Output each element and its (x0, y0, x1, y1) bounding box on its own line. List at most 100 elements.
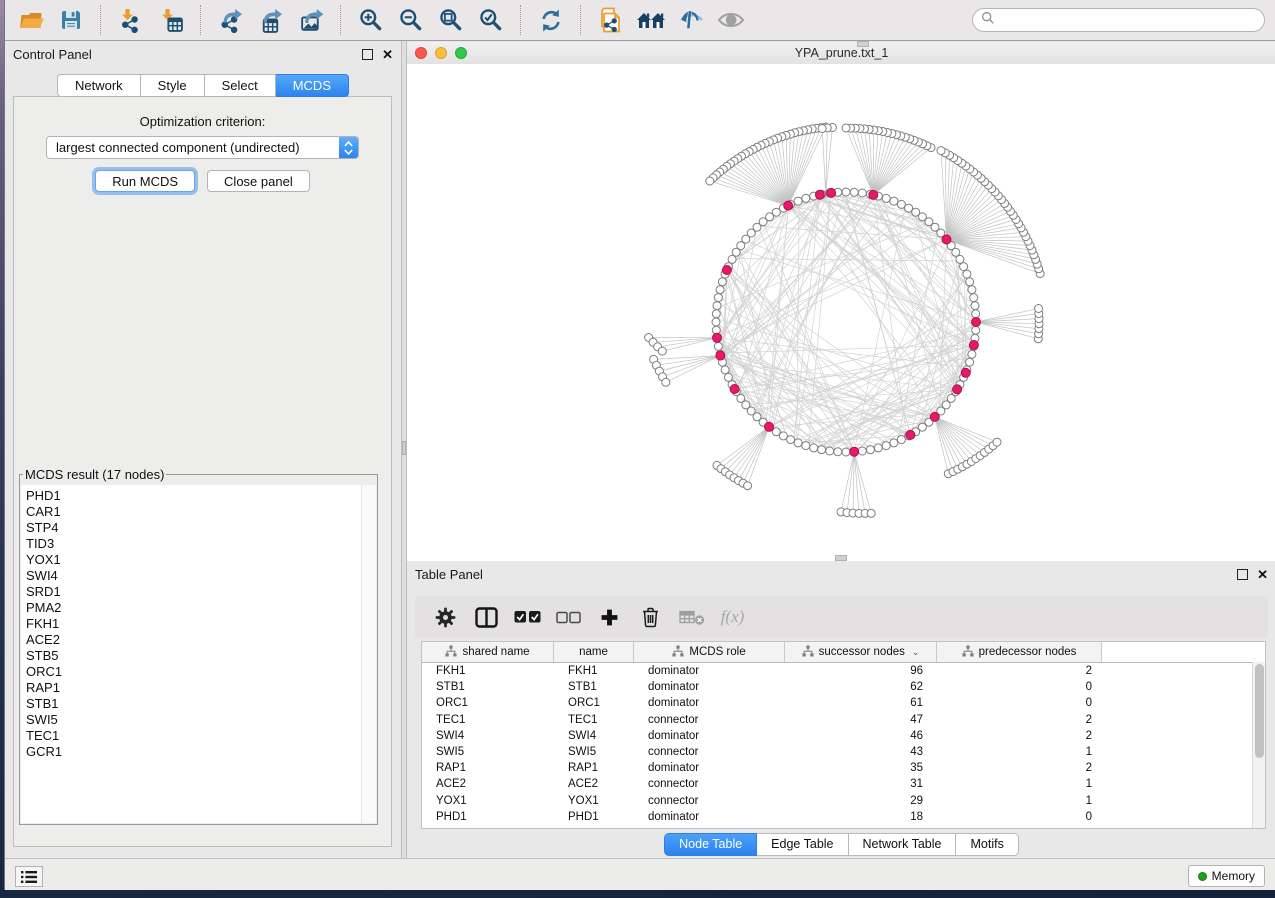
column-header-shared-name[interactable]: shared name (422, 642, 554, 662)
network-node[interactable] (850, 188, 858, 196)
toggle-panel-mode-button[interactable] (468, 600, 505, 634)
home-button[interactable] (631, 3, 671, 37)
network-node[interactable] (858, 189, 866, 197)
cell-MCDS-role[interactable]: dominator (634, 730, 785, 742)
add-column-button[interactable] (591, 600, 628, 634)
table-scrollbar-thumb[interactable] (1255, 664, 1264, 758)
cell-MCDS-role[interactable]: connector (634, 778, 785, 790)
network-canvas[interactable] (407, 64, 1275, 561)
tab-style[interactable]: Style (141, 74, 205, 97)
network-node[interactable] (810, 444, 818, 452)
zoom-fit-button[interactable] (431, 3, 471, 37)
cell-predecessor-nodes[interactable]: 2 (937, 714, 1102, 726)
show-panels-button[interactable] (711, 3, 751, 37)
cell-name[interactable]: FKH1 (554, 665, 634, 677)
cell-MCDS-role[interactable]: dominator (634, 762, 785, 774)
select-all-button[interactable] (509, 600, 546, 634)
network-node[interactable] (882, 194, 890, 202)
float-table-panel-icon[interactable] (1237, 569, 1248, 580)
zoom-selected-button[interactable] (471, 3, 511, 37)
cell-name[interactable]: TEC1 (554, 714, 634, 726)
network-node[interactable] (842, 448, 850, 456)
table-scrollbar[interactable] (1252, 662, 1265, 828)
mcds-node[interactable] (713, 333, 722, 342)
network-node[interactable] (826, 447, 834, 455)
network-node[interactable] (842, 124, 850, 132)
optimization-criterion-select[interactable]: largest connected component (undirected) (46, 136, 359, 159)
tab-select[interactable]: Select (205, 74, 276, 97)
cell-name[interactable]: ACE2 (554, 778, 634, 790)
mcds-result-list[interactable]: PHD1CAR1STP4TID3YOX1SWI4SRD1PMA2FKH1ACE2… (21, 485, 361, 823)
network-node[interactable] (866, 446, 874, 454)
cell-successor-nodes[interactable]: 96 (785, 665, 937, 677)
cell-name[interactable]: PHD1 (554, 811, 634, 823)
splitter-grip[interactable] (402, 441, 406, 455)
mcds-node[interactable] (953, 385, 962, 394)
cell-name[interactable]: RAP1 (554, 762, 634, 774)
tab-node-table[interactable]: Node Table (664, 833, 757, 856)
network-node[interactable] (714, 294, 722, 302)
network-node[interactable] (716, 286, 724, 294)
network-node[interactable] (971, 302, 979, 310)
mcds-node[interactable] (722, 266, 731, 275)
cell-successor-nodes[interactable]: 31 (785, 778, 937, 790)
network-node[interactable] (794, 197, 802, 205)
cell-predecessor-nodes[interactable]: 2 (937, 665, 1102, 677)
network-node[interactable] (712, 310, 720, 318)
column-header-MCDS-role[interactable]: MCDS role (634, 642, 785, 662)
mcds-node[interactable] (716, 351, 725, 360)
export-network-button[interactable] (211, 3, 251, 37)
zoom-out-button[interactable] (391, 3, 431, 37)
network-node[interactable] (658, 347, 666, 355)
cell-MCDS-role[interactable]: dominator (634, 665, 785, 677)
network-node[interactable] (1035, 305, 1043, 313)
task-history-button[interactable] (15, 866, 43, 887)
share-network-button[interactable] (591, 3, 631, 37)
cell-predecessor-nodes[interactable]: 0 (937, 681, 1102, 693)
cell-name[interactable]: SWI5 (554, 746, 634, 758)
cell-predecessor-nodes[interactable]: 0 (937, 697, 1102, 709)
cell-name[interactable]: YOX1 (554, 795, 634, 807)
cell-successor-nodes[interactable]: 46 (785, 730, 937, 742)
import-table-button[interactable] (151, 3, 191, 37)
mcds-node[interactable] (906, 430, 915, 439)
network-node[interactable] (937, 147, 945, 155)
cell-MCDS-role[interactable]: dominator (634, 811, 785, 823)
mcds-node[interactable] (972, 318, 981, 327)
network-node[interactable] (993, 438, 1001, 446)
close-table-panel-icon[interactable]: ✕ (1257, 568, 1268, 581)
network-node[interactable] (802, 442, 810, 450)
apply-layout-button[interactable] (531, 3, 571, 37)
cell-predecessor-nodes[interactable]: 2 (937, 762, 1102, 774)
network-node[interactable] (858, 447, 866, 455)
close-panel-button[interactable]: Close panel (207, 170, 310, 192)
deselect-all-button[interactable] (550, 600, 587, 634)
network-node[interactable] (794, 439, 802, 447)
cell-name[interactable]: SWI4 (554, 730, 634, 742)
cell-MCDS-role[interactable]: connector (634, 714, 785, 726)
cell-MCDS-role[interactable]: dominator (634, 681, 785, 693)
network-node[interactable] (966, 358, 974, 366)
cell-successor-nodes[interactable]: 35 (785, 762, 937, 774)
network-node[interactable] (970, 294, 978, 302)
network-node[interactable] (890, 439, 898, 447)
cell-predecessor-nodes[interactable]: 0 (937, 811, 1102, 823)
network-node[interactable] (787, 436, 795, 444)
network-node[interactable] (966, 278, 974, 286)
network-node[interactable] (867, 509, 875, 517)
mcds-node[interactable] (961, 368, 970, 377)
column-header-name[interactable]: name (554, 642, 634, 662)
cell-predecessor-nodes[interactable]: 1 (937, 795, 1102, 807)
cell-name[interactable]: STB1 (554, 681, 634, 693)
mcds-node[interactable] (815, 190, 824, 199)
result-scrollbar[interactable] (361, 485, 376, 823)
cell-shared-name[interactable]: SWI5 (422, 746, 554, 758)
cell-shared-name[interactable]: ACE2 (422, 778, 554, 790)
cell-shared-name[interactable]: FKH1 (422, 665, 554, 677)
hide-panels-button[interactable] (671, 3, 711, 37)
cell-successor-nodes[interactable]: 29 (785, 795, 937, 807)
network-node[interactable] (890, 197, 898, 205)
cell-MCDS-role[interactable]: connector (634, 795, 785, 807)
cell-successor-nodes[interactable]: 43 (785, 746, 937, 758)
column-header-predecessor-nodes[interactable]: predecessor nodes (937, 642, 1102, 662)
